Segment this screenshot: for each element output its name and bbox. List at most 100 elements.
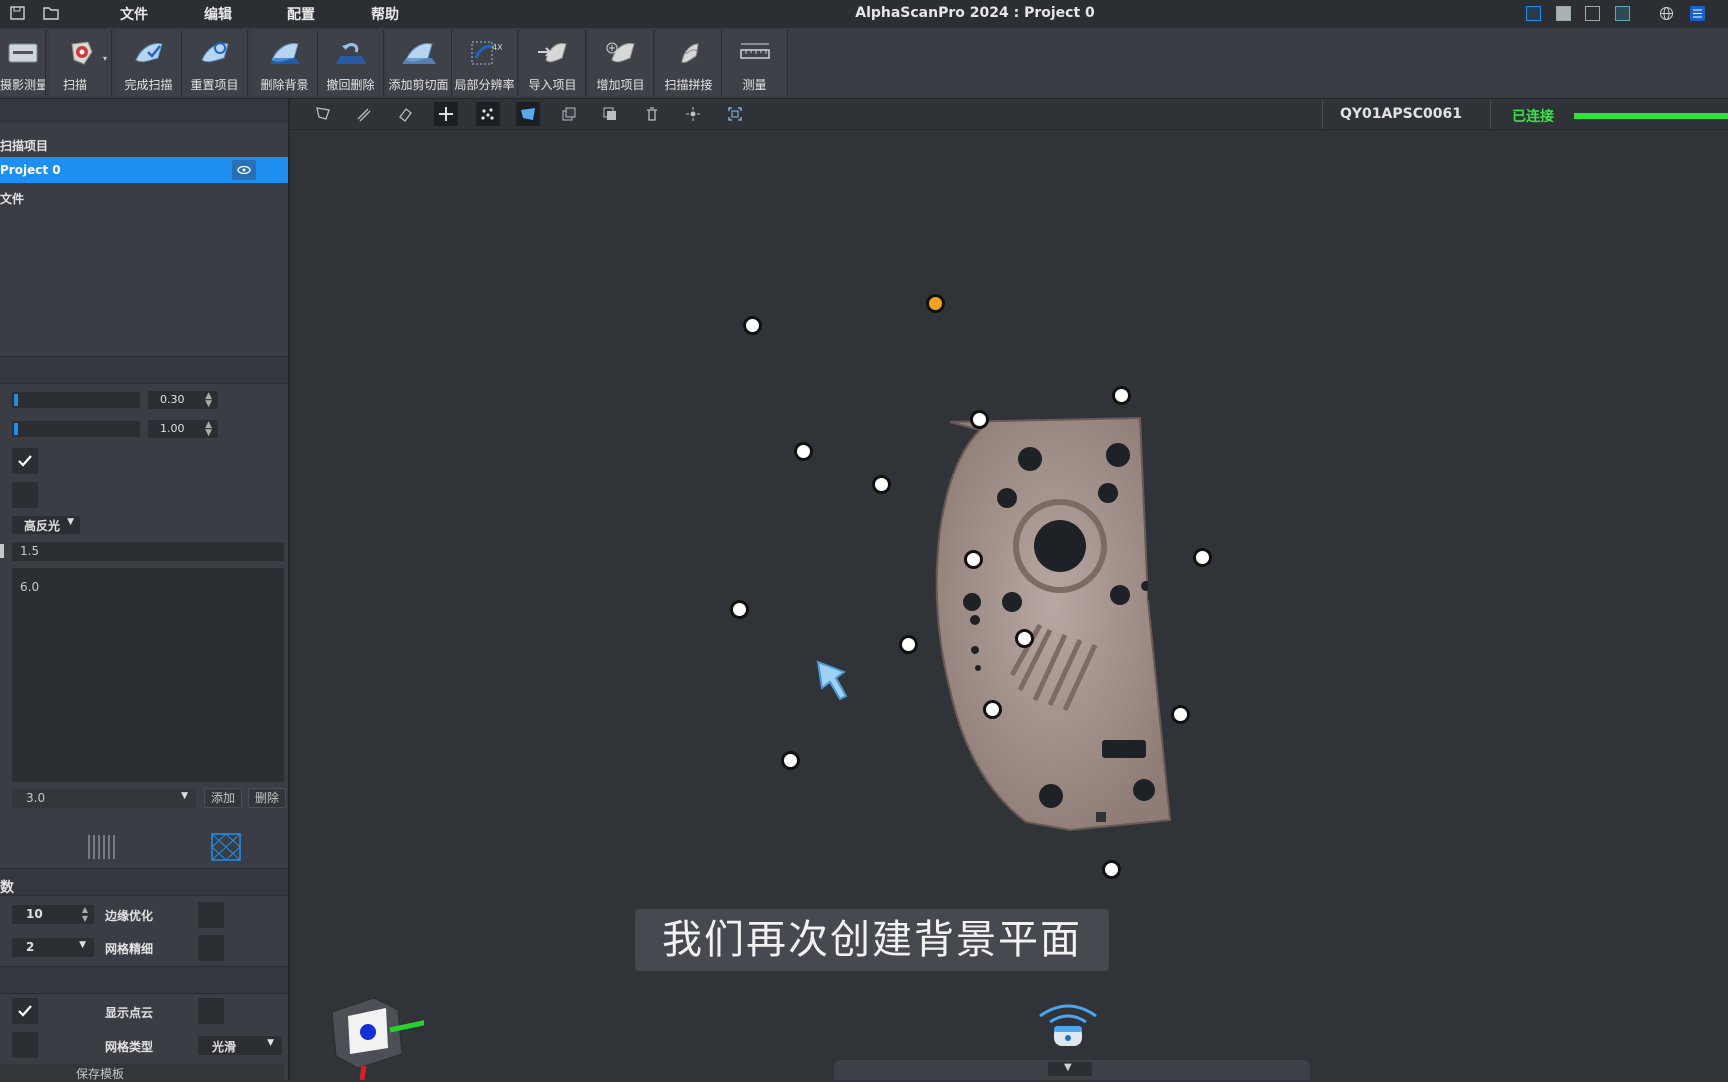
center-view-icon[interactable]	[684, 105, 702, 123]
lasso-select-icon[interactable]	[314, 105, 332, 123]
toolbar-local-resolution-button[interactable]: 4X 局部分辨率	[452, 30, 518, 96]
reference-target-marker-selected	[926, 294, 945, 313]
row-marker	[0, 544, 4, 558]
toolbar-undo-delete-button[interactable]: 撤回删除	[318, 30, 384, 96]
toolbar-import-project-button[interactable]: 导入项目	[520, 30, 586, 96]
finish-scan-icon	[134, 43, 163, 63]
layout-outline-button[interactable]	[1585, 6, 1600, 21]
undo-delete-icon	[335, 43, 366, 64]
divider	[1322, 99, 1323, 129]
points-toggle[interactable]	[476, 102, 500, 126]
toolbar-label: 完成扫描	[124, 78, 173, 92]
mesh-type-value: 光滑	[212, 1040, 237, 1054]
toolbar-label: 扫描拼接	[664, 78, 713, 92]
toolbar-add-cut-plane-button[interactable]: 添加剪切面	[386, 30, 452, 96]
connection-status: 已连接	[1512, 109, 1554, 125]
edge-optimize-checkbox[interactable]	[198, 902, 224, 928]
toolbar-measure-button[interactable]: 测量	[722, 30, 788, 96]
resolution-spinbox[interactable]: 1.00 ▲ ▼	[148, 420, 218, 438]
mode-dropdown[interactable]: 高反光 ▼	[12, 516, 80, 534]
toolbar-label: 局部分辨率	[454, 78, 515, 92]
toolbar-reset-project-button[interactable]: 重置项目	[182, 30, 248, 96]
slider-handle[interactable]	[14, 394, 18, 406]
chevron-down-icon: ▼	[267, 1038, 274, 1048]
resolution-slider[interactable]	[12, 421, 140, 437]
iterations-spinbox[interactable]: 10 ▲ ▼	[12, 905, 94, 924]
bottom-bar-toggle[interactable]: ▼	[1048, 1062, 1092, 1076]
toolbar-label: 撤回删除	[326, 78, 375, 92]
tree-header-scan-projects: 扫描项目	[0, 139, 49, 153]
layout-filled-button[interactable]	[1556, 6, 1571, 21]
spin-arrows-icon[interactable]: ▲ ▼	[205, 421, 212, 438]
exposure-spinbox[interactable]: 0.30 ▲ ▼	[148, 391, 218, 409]
plane-view-icon	[521, 108, 535, 120]
svg-text:4X: 4X	[492, 43, 502, 52]
toolbar-delete-background-button[interactable]: 删除背景	[252, 30, 318, 96]
toolbar-add-project-button[interactable]: 增加项目	[588, 30, 654, 96]
chevron-down-icon: ▼	[79, 940, 86, 950]
reset-project-icon	[200, 42, 229, 63]
reference-target-marker	[730, 600, 749, 619]
chevron-down-icon: ▼	[181, 791, 188, 801]
mesh-level-value: 2	[26, 940, 35, 954]
layout-teal-button[interactable]	[1615, 6, 1630, 21]
option-checkbox-1[interactable]	[12, 448, 38, 474]
toolbar-label: 摄影测量	[0, 78, 45, 92]
stripe-pattern-icon[interactable]	[86, 833, 116, 861]
scan-dropdown-arrow-icon[interactable]: ▾	[103, 54, 107, 63]
spin-arrows-icon[interactable]: ▲ ▼	[205, 392, 212, 409]
resolution-list-item[interactable]: 6.0	[20, 580, 39, 594]
tree-item-files[interactable]: 文件	[0, 190, 24, 207]
toolbar-scan-button[interactable]: 扫描 ▾	[50, 30, 112, 96]
fit-view-icon[interactable]	[726, 105, 744, 123]
reference-target-marker	[743, 316, 762, 335]
layout-single-button[interactable]	[1526, 6, 1541, 21]
toolbar-finish-scan-button[interactable]: 完成扫描	[116, 30, 182, 96]
copy-icon[interactable]	[560, 105, 578, 123]
brush-select-icon[interactable]	[354, 105, 372, 123]
reference-target-marker	[970, 410, 989, 429]
show-cloud-checkbox[interactable]	[12, 998, 38, 1024]
exposure-slider[interactable]	[12, 392, 140, 408]
grid-pattern-icon[interactable]	[211, 833, 241, 861]
plane-view-toggle[interactable]	[516, 102, 540, 126]
slider-handle[interactable]	[14, 423, 18, 435]
resolution-select[interactable]: 3.0 ▼	[12, 789, 196, 808]
add-cut-plane-icon	[401, 43, 436, 64]
duplicate-icon[interactable]	[601, 105, 619, 123]
mode-dropdown-value: 高反光	[24, 519, 61, 533]
cross-section-toggle[interactable]	[434, 102, 458, 126]
toolbar-photogrammetry-button[interactable]: 摄影测量	[0, 30, 46, 96]
orientation-cube-icon[interactable]	[328, 990, 424, 1080]
eraser-icon[interactable]	[396, 105, 414, 123]
point-distance-field[interactable]: 1.5	[12, 542, 284, 561]
section-header-scan-params	[0, 356, 288, 384]
reference-target-marker	[1102, 860, 1121, 879]
save-template-button[interactable]: 保存模板	[0, 1064, 284, 1081]
spin-value: 0.30	[160, 393, 185, 406]
menu-bar: 文件 编辑 配置 帮助 AlphaScanPro 2024 : Project …	[0, 0, 1728, 28]
trash-icon[interactable]	[643, 105, 661, 123]
reference-target-marker	[1193, 548, 1212, 567]
spin-arrows-icon[interactable]: ▲ ▼	[82, 905, 88, 923]
reference-target-marker	[983, 700, 1002, 719]
menu-hamburger-icon[interactable]	[1690, 6, 1705, 21]
resolution-list[interactable]: 6.0	[12, 568, 284, 782]
mesh-type-select[interactable]: 光滑 ▼	[198, 1036, 282, 1055]
option-checkbox-2[interactable]	[12, 482, 38, 508]
tree-item-project-label[interactable]: Project 0	[0, 163, 61, 177]
mesh-type-checkbox[interactable]	[12, 1032, 38, 1058]
delete-button[interactable]: 删除	[248, 788, 286, 808]
section-header-mesh	[0, 868, 288, 896]
add-button[interactable]: 添加	[204, 788, 242, 808]
visibility-toggle[interactable]	[232, 160, 256, 180]
toolbar-scan-merge-button[interactable]: 扫描拼接	[656, 30, 722, 96]
show-cloud-toggle[interactable]	[198, 998, 224, 1024]
mesh-refine-checkbox[interactable]	[198, 935, 224, 961]
bottom-quick-bar[interactable]: ▼	[834, 1060, 1310, 1080]
language-globe-icon[interactable]	[1659, 6, 1674, 21]
video-subtitle: 我们再次创建背景平面	[635, 909, 1109, 971]
mesh-level-select[interactable]: 2 ▼	[12, 938, 94, 957]
toolbar-label: 重置项目	[190, 78, 239, 92]
eye-icon	[237, 165, 251, 175]
